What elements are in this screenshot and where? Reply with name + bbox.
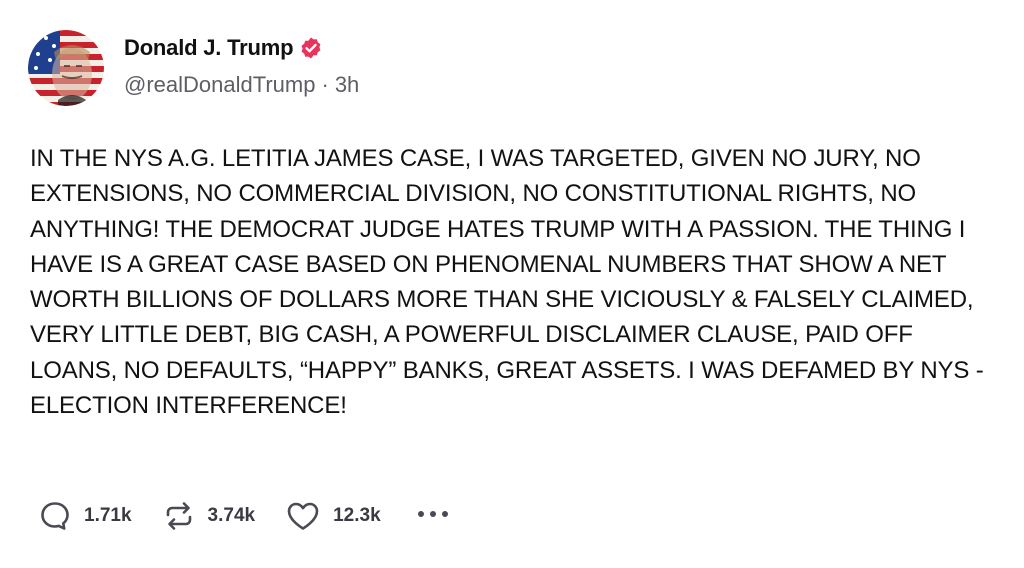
reply-button[interactable]: 1.71k xyxy=(38,499,132,533)
post-timestamp[interactable]: 3h xyxy=(335,72,359,98)
author-display-name[interactable]: Donald J. Trump xyxy=(124,35,294,61)
repost-button[interactable]: 3.74k xyxy=(162,499,256,533)
reply-count: 1.71k xyxy=(84,505,132,526)
post-body-text: IN THE NYS A.G. LETITIA JAMES CASE, I WA… xyxy=(30,145,984,420)
more-options-button[interactable] xyxy=(415,504,451,529)
like-button[interactable]: 12.3k xyxy=(285,499,381,533)
meta-row: @realDonaldTrump · 3h xyxy=(124,72,359,98)
action-bar: 1.71k 3.74k 12.3k xyxy=(38,496,451,536)
author-identity: Donald J. Trump @realDonaldTrump · 3h xyxy=(124,30,359,98)
meta-separator: · xyxy=(321,72,329,97)
avatar-image xyxy=(28,30,104,106)
repost-count: 3.74k xyxy=(207,505,256,526)
verified-badge-icon xyxy=(299,36,323,60)
reply-bubble-icon xyxy=(38,499,72,533)
post-card: Donald J. Trump @realDonaldTrump · 3h IN… xyxy=(0,0,1024,568)
like-count: 12.3k xyxy=(333,505,381,526)
author-handle[interactable]: @realDonaldTrump xyxy=(124,72,315,98)
post-header: Donald J. Trump @realDonaldTrump · 3h xyxy=(28,30,359,110)
repost-icon xyxy=(162,499,196,533)
name-row: Donald J. Trump xyxy=(124,30,359,66)
more-dots-icon xyxy=(415,504,451,529)
heart-icon xyxy=(285,499,321,533)
avatar[interactable] xyxy=(28,30,104,106)
